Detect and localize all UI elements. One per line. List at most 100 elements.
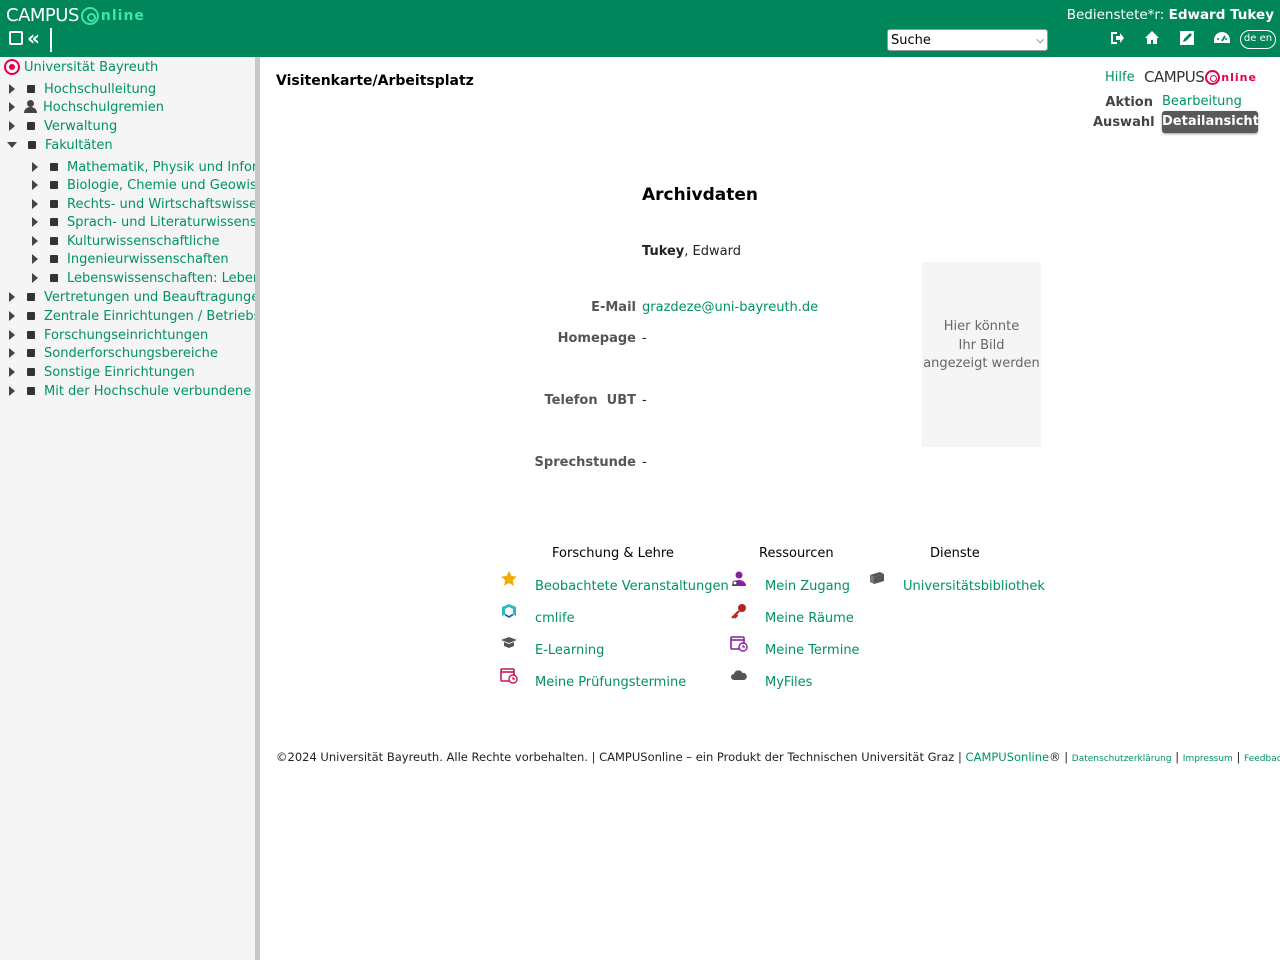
sidebar-item-label: Hochschulgremien xyxy=(43,99,164,115)
link-label: Mein Zugang xyxy=(765,578,851,594)
sidebar-item-label: Verwaltung xyxy=(44,118,118,134)
link-bibliothek[interactable]: Universitätsbibliothek xyxy=(867,572,1045,596)
logo-o-icon xyxy=(80,6,99,25)
link-meine-termine[interactable]: Meine Termine xyxy=(729,636,860,660)
sidebar-item-label: Forschungseinrichtungen xyxy=(44,327,209,343)
footer-separator: | xyxy=(1171,750,1183,764)
sidebar-item-mathematik[interactable]: Mathematik, Physik und Informatik xyxy=(32,158,255,176)
footer-privacy-link[interactable]: Datenschutzerklärung xyxy=(1072,754,1172,764)
expand-icon[interactable] xyxy=(9,121,15,131)
homepage-value: - xyxy=(642,331,647,346)
expand-icon[interactable] xyxy=(9,311,15,321)
campusonline-brand-logo: CAMPUS nline xyxy=(1144,68,1257,86)
col-heading-ressourcen: Ressourcen xyxy=(759,546,834,561)
link-label: E-Learning xyxy=(535,642,605,658)
sidebar-item-lebens[interactable]: Lebenswissenschaften: Lebensmittel, Ernä… xyxy=(32,269,255,287)
books-icon xyxy=(867,570,887,590)
sidebar-item-zentrale[interactable]: Zentrale Einrichtungen / Betriebseinheit… xyxy=(9,307,255,325)
home-icon[interactable] xyxy=(1143,30,1161,48)
footer-imprint-link[interactable]: Impressum xyxy=(1183,754,1233,764)
link-mein-zugang[interactable]: Mein Zugang xyxy=(729,571,851,596)
logout-icon[interactable] xyxy=(1108,30,1126,48)
sidebar-item-label: Mit der Hochschule verbundene Einrichtun… xyxy=(44,383,255,399)
expand-icon[interactable] xyxy=(32,217,38,227)
org-icon xyxy=(27,293,35,301)
sidebar-resize-handle[interactable] xyxy=(255,57,260,960)
window-icon[interactable] xyxy=(9,31,23,45)
sidebar-item-hochschulgremien[interactable]: Hochschulgremien xyxy=(9,98,164,116)
user-name[interactable]: Edward Tukey xyxy=(1169,7,1274,23)
col-heading-forschung: Forschung & Lehre xyxy=(552,546,674,561)
sidebar-item-sonstige[interactable]: Sonstige Einrichtungen xyxy=(9,363,195,381)
edit-icon[interactable] xyxy=(1178,30,1196,48)
sidebar-item-verbundene[interactable]: Mit der Hochschule verbundene Einrichtun… xyxy=(9,382,255,400)
sidebar-item-forschung[interactable]: Forschungseinrichtungen xyxy=(9,326,208,344)
link-cmlife[interactable]: cmlife xyxy=(499,604,575,628)
expand-icon[interactable] xyxy=(9,292,15,302)
link-meine-raeume[interactable]: Meine Räume xyxy=(729,604,854,628)
bearbeitung-link[interactable]: Bearbeitung xyxy=(1162,94,1242,109)
last-name: Tukey xyxy=(642,244,685,259)
expand-icon[interactable] xyxy=(9,348,15,358)
collapse-icon[interactable] xyxy=(7,142,17,148)
expand-icon[interactable] xyxy=(32,199,38,209)
language-switch-icon[interactable]: de en xyxy=(1240,30,1276,49)
search-select[interactable]: Suche ⌵ xyxy=(887,29,1048,51)
org-icon xyxy=(50,163,58,171)
email-link[interactable]: grazdeze@uni-bayreuth.de xyxy=(642,300,818,315)
org-icon xyxy=(50,200,58,208)
section-title: Archivdaten xyxy=(642,185,759,205)
expand-icon[interactable] xyxy=(32,254,38,264)
sidebar-item-sprach[interactable]: Sprach- und Literaturwissenschaften xyxy=(32,213,255,231)
link-elearning[interactable]: E-Learning xyxy=(499,637,605,660)
photo-placeholder-line: Hier könnte xyxy=(943,319,1020,334)
sidebar-item-verwaltung[interactable]: Verwaltung xyxy=(9,117,117,135)
phone-label: Telefon UBT xyxy=(544,393,636,408)
link-myfiles[interactable]: MyFiles xyxy=(729,670,812,692)
co-logo-online-text: nline xyxy=(1221,70,1257,84)
expand-icon[interactable] xyxy=(32,273,38,283)
photo-placeholder: Hier könnte Ihr Bild angezeigt werden xyxy=(922,262,1041,447)
expand-icon[interactable] xyxy=(32,180,38,190)
dashboard-icon[interactable] xyxy=(1213,30,1231,48)
sidebar-item-sonderforschung[interactable]: Sonderforschungsbereiche xyxy=(9,344,218,362)
graduation-icon xyxy=(499,634,519,654)
sidebar-item-label: Lebenswissenschaften: Lebensmittel, Ernä… xyxy=(67,270,255,286)
sidebar-item-hochschulleitung[interactable]: Hochschulleitung xyxy=(9,80,156,98)
sidebar-root[interactable]: Universität Bayreuth xyxy=(4,59,158,75)
sidebar-item-ingenieur[interactable]: Ingenieurwissenschaften xyxy=(32,250,229,268)
detailansicht-button[interactable]: Detailansicht xyxy=(1162,111,1259,133)
footer-separator: | xyxy=(1232,750,1245,764)
campusonline-logo[interactable]: CAMPUS nline xyxy=(6,5,145,26)
expand-icon[interactable] xyxy=(9,102,15,112)
org-icon xyxy=(50,274,58,282)
sidebar-item-label: Sprach- und Literaturwissenschaften xyxy=(67,214,255,230)
sidebar-item-biologie[interactable]: Biologie, Chemie und Geowissenschaften xyxy=(32,176,255,194)
sidebar-item-label: Hochschulleitung xyxy=(44,81,157,97)
sidebar-item-vertretungen[interactable]: Vertretungen und Beauftragungen xyxy=(9,288,255,306)
expand-icon[interactable] xyxy=(9,84,15,94)
help-link[interactable]: Hilfe xyxy=(1105,70,1135,85)
expand-icon[interactable] xyxy=(32,236,38,246)
top-bar: CAMPUS nline Bedienstete*r: Edward Tukey … xyxy=(0,0,1280,57)
org-icon xyxy=(27,387,35,395)
sidebar-item-fakultaeten[interactable]: Fakultäten xyxy=(7,136,113,154)
expand-icon[interactable] xyxy=(9,330,15,340)
footer-campusonline-link[interactable]: CAMPUSonline xyxy=(966,750,1050,764)
photo-placeholder-line: angezeigt werden xyxy=(923,356,1040,371)
expand-icon[interactable] xyxy=(9,386,15,396)
link-beobachtete[interactable]: Beobachtete Veranstaltungen xyxy=(499,571,729,596)
link-label: Meine Termine xyxy=(765,642,860,658)
footer-feedback-link[interactable]: Feedback xyxy=(1244,754,1280,764)
sidebar-item-kultur[interactable]: Kulturwissenschaftliche xyxy=(32,232,220,250)
sidebar-item-label: Rechts- und Wirtschaftswissenschaften xyxy=(67,196,255,212)
star-icon xyxy=(499,570,519,590)
collapse-sidebar-icon[interactable]: « xyxy=(27,28,40,48)
page-title: Visitenkarte/Arbeitsplatz xyxy=(276,73,474,89)
cmlife-icon xyxy=(499,602,519,622)
link-pruefungstermine[interactable]: Meine Prüfungstermine xyxy=(499,668,686,692)
col-heading-dienste: Dienste xyxy=(930,546,980,561)
expand-icon[interactable] xyxy=(9,367,15,377)
expand-icon[interactable] xyxy=(32,162,38,172)
sidebar-item-rechts[interactable]: Rechts- und Wirtschaftswissenschaften xyxy=(32,195,255,213)
